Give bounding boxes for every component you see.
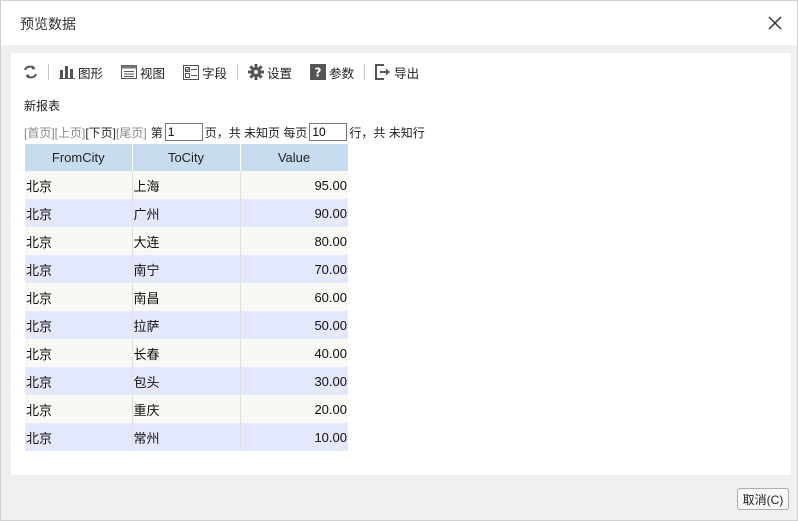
- data-table: FromCity ToCity Value 北京 上海 95.00 北京 广州 …: [25, 144, 349, 451]
- svg-text:?: ?: [315, 66, 322, 80]
- prev-page-link[interactable]: [上页]: [55, 124, 86, 141]
- from-city-cell: 北京: [25, 367, 133, 395]
- settings-button-label: 设置: [267, 66, 293, 81]
- column-header-value[interactable]: Value: [240, 144, 349, 171]
- column-header-fromcity[interactable]: FromCity: [25, 144, 133, 171]
- toolbar: 图形 视图 字段 设置 ? 参数 导出: [19, 61, 423, 83]
- dialog-body: 图形 视图 字段 设置 ? 参数 导出 新报表 [首页] [上页] [下页] […: [1, 45, 797, 486]
- table-row: 北京 广州 90.00: [25, 199, 348, 227]
- to-city-cell: 南宁: [132, 255, 241, 283]
- value-cell: 95.00: [240, 171, 348, 199]
- chart-button-label: 图形: [78, 66, 104, 81]
- value-cell: 10.00: [240, 423, 348, 451]
- params-button-label: 参数: [329, 66, 355, 81]
- preview-data-dialog: 预览数据 图形 视图 字段 设置 ? 参数 导出 新报表 [首页] [上页] […: [0, 0, 798, 521]
- rows-info-label: 行，共 未知行: [349, 125, 425, 140]
- value-cell: 70.00: [240, 255, 348, 283]
- params-button[interactable]: ? 参数: [306, 61, 358, 83]
- table-row: 北京 常州 10.00: [25, 423, 348, 451]
- to-city-cell: 上海: [132, 171, 241, 199]
- bar-chart-icon: [59, 66, 75, 79]
- field-button-label: 字段: [202, 66, 228, 81]
- preview-panel: 图形 视图 字段 设置 ? 参数 导出 新报表 [首页] [上页] [下页] […: [11, 53, 791, 475]
- settings-button[interactable]: 设置: [244, 61, 296, 83]
- from-city-cell: 北京: [25, 311, 133, 339]
- export-icon: [375, 64, 391, 80]
- close-icon: [768, 16, 782, 30]
- value-cell: 60.00: [240, 283, 348, 311]
- pagination-bar: [首页] [上页] [下页] [尾页] 第 页，共 未知页 每页 行，共 未知行: [24, 123, 425, 141]
- export-button[interactable]: 导出: [371, 61, 423, 83]
- gear-icon: [248, 64, 265, 80]
- help-icon: ?: [310, 64, 327, 80]
- value-cell: 40.00: [240, 339, 348, 367]
- dialog-footer: 取消(C): [1, 486, 797, 520]
- from-city-cell: 北京: [25, 255, 133, 283]
- table-header-row: FromCity ToCity Value: [25, 144, 349, 171]
- value-cell: 80.00: [240, 227, 348, 255]
- dialog-titlebar: 预览数据: [1, 1, 797, 45]
- from-city-cell: 北京: [25, 171, 133, 199]
- refresh-button[interactable]: [19, 61, 42, 83]
- table-row: 北京 南昌 60.00: [25, 283, 348, 311]
- table-row: 北京 重庆 20.00: [25, 395, 348, 423]
- value-cell: 20.00: [240, 395, 348, 423]
- table-row: 北京 上海 95.00: [25, 171, 348, 199]
- value-cell: 30.00: [240, 367, 348, 395]
- chart-button[interactable]: 图形: [55, 61, 107, 83]
- field-icon: [183, 64, 200, 80]
- toolbar-separator: [48, 64, 49, 80]
- to-city-cell: 长春: [132, 339, 241, 367]
- column-header-tocity[interactable]: ToCity: [132, 144, 241, 171]
- from-city-cell: 北京: [25, 283, 133, 311]
- table-row: 北京 包头 30.00: [25, 367, 348, 395]
- view-button-label: 视图: [140, 66, 166, 81]
- dialog-title: 预览数据: [20, 16, 76, 32]
- view-icon: [121, 65, 138, 79]
- cancel-button[interactable]: 取消(C): [737, 488, 789, 510]
- from-city-cell: 北京: [25, 423, 133, 451]
- rows-per-page-input[interactable]: [309, 123, 348, 141]
- table-row: 北京 大连 80.00: [25, 227, 348, 255]
- value-cell: 50.00: [240, 311, 348, 339]
- field-button[interactable]: 字段: [179, 61, 231, 83]
- first-page-link[interactable]: [首页]: [24, 124, 55, 141]
- to-city-cell: 广州: [132, 199, 241, 227]
- to-city-cell: 重庆: [132, 395, 241, 423]
- value-cell: 90.00: [240, 199, 348, 227]
- to-city-cell: 南昌: [132, 283, 241, 311]
- from-city-cell: 北京: [25, 199, 133, 227]
- from-city-cell: 北京: [25, 227, 133, 255]
- to-city-cell: 拉萨: [132, 311, 241, 339]
- to-city-cell: 大连: [132, 227, 241, 255]
- next-page-link[interactable]: [下页]: [85, 124, 116, 141]
- close-button[interactable]: [765, 13, 785, 33]
- table-row: 北京 拉萨 50.00: [25, 311, 348, 339]
- page-prefix-label: 第: [150, 125, 163, 140]
- page-number-input[interactable]: [164, 123, 203, 141]
- refresh-icon: [24, 65, 37, 79]
- page-info-label: 页，共 未知页 每页: [204, 125, 308, 140]
- table-row: 北京 长春 40.00: [25, 339, 348, 367]
- table-row: 北京 南宁 70.00: [25, 255, 348, 283]
- toolbar-separator: [237, 64, 239, 80]
- view-button[interactable]: 视图: [117, 61, 169, 83]
- to-city-cell: 常州: [132, 423, 241, 451]
- from-city-cell: 北京: [25, 339, 133, 367]
- export-button-label: 导出: [394, 66, 420, 81]
- toolbar-separator: [364, 64, 366, 80]
- report-title: 新报表: [24, 99, 61, 113]
- table-body: 北京 上海 95.00 北京 广州 90.00 北京 大连 80.00 北京 南…: [25, 171, 348, 451]
- to-city-cell: 包头: [132, 367, 241, 395]
- last-page-link[interactable]: [尾页]: [116, 124, 147, 141]
- from-city-cell: 北京: [25, 395, 133, 423]
